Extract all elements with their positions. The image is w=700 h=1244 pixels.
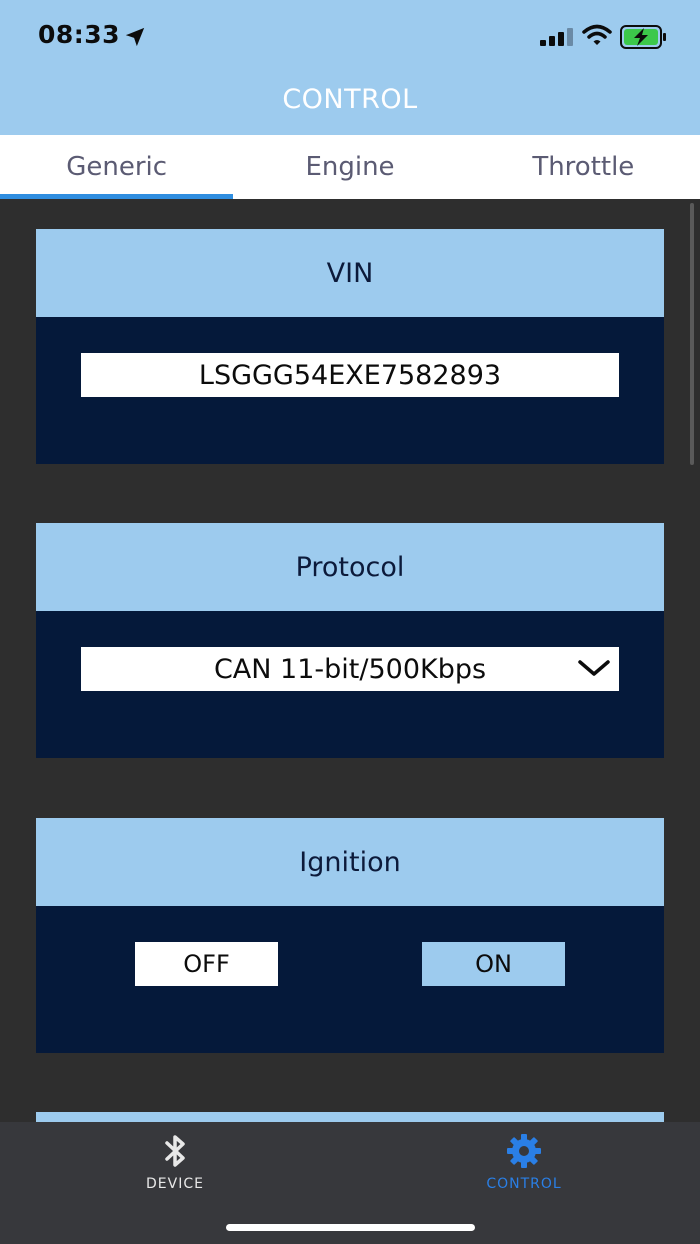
vin-card: VIN LSGGG54EXE7582893 <box>36 229 664 464</box>
protocol-card: Protocol CAN 11-bit/500Kbps <box>36 523 664 758</box>
protocol-card-body: CAN 11-bit/500Kbps <box>36 611 664 758</box>
tab-label: Engine <box>305 152 395 182</box>
scrollbar[interactable] <box>690 203 694 465</box>
tab-engine[interactable]: Engine <box>233 135 466 199</box>
ignition-on-button[interactable]: ON <box>422 942 565 986</box>
home-indicator <box>226 1224 475 1231</box>
vin-card-title: VIN <box>36 229 664 317</box>
content-scroll-area[interactable]: VIN LSGGG54EXE7582893 Protocol CAN 11-bi… <box>0 199 700 1122</box>
protocol-selected-value: CAN 11-bit/500Kbps <box>213 653 487 685</box>
status-time: 08:33 <box>38 20 121 49</box>
wifi-icon <box>582 24 612 45</box>
tab-label: Generic <box>66 152 168 182</box>
next-card-partial <box>36 1112 664 1122</box>
ignition-card-body: OFF ON <box>36 906 664 1053</box>
tab-label: Throttle <box>532 152 635 182</box>
next-card-title <box>36 1112 664 1122</box>
tab-device-label: DEVICE <box>146 1176 204 1192</box>
vin-field[interactable]: LSGGG54EXE7582893 <box>81 353 619 397</box>
status-bar: 08:33 <box>0 0 700 70</box>
protocol-select[interactable]: CAN 11-bit/500Kbps <box>81 647 619 691</box>
vin-card-body: LSGGG54EXE7582893 <box>36 317 664 464</box>
chevron-down-icon <box>578 660 610 676</box>
tab-throttle[interactable]: Throttle <box>467 135 700 199</box>
page-title: CONTROL <box>282 84 418 115</box>
tab-control[interactable]: CONTROL <box>424 1122 624 1212</box>
tab-device[interactable]: DEVICE <box>75 1122 275 1212</box>
ignition-card-title: Ignition <box>36 818 664 906</box>
gear-icon <box>507 1134 541 1168</box>
tab-generic[interactable]: Generic <box>0 135 234 199</box>
ignition-off-button[interactable]: OFF <box>135 942 278 986</box>
location-arrow-icon <box>125 27 145 47</box>
battery-charging-icon <box>620 25 666 49</box>
tab-control-label: CONTROL <box>486 1176 562 1192</box>
bluetooth-icon <box>165 1135 185 1167</box>
tab-bar-top: Generic Engine Throttle <box>0 135 700 199</box>
protocol-card-title: Protocol <box>36 523 664 611</box>
bottom-tab-bar: DEVICE CONTROL <box>0 1122 700 1244</box>
app-header: CONTROL <box>0 70 700 135</box>
signal-icon <box>540 28 573 46</box>
ignition-card: Ignition OFF ON <box>36 818 664 1053</box>
